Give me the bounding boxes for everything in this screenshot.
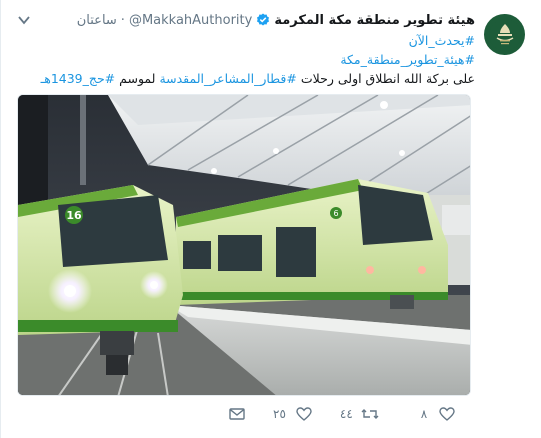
tweet-photo[interactable]: 6 16 [17, 94, 471, 396]
avatar[interactable] [484, 14, 525, 55]
like-count-wrap[interactable]: ٨ [415, 407, 433, 421]
hashtag-link[interactable]: #هيئة_تطوير_منطقة_مكة [340, 52, 475, 67]
tweet-actions: ٢٥ ٤٤ ٨ [229, 403, 455, 425]
hashtag-link[interactable]: #يحدث_الآن [409, 33, 475, 48]
train-photo-image: 6 16 [18, 95, 470, 395]
chevron-down-icon[interactable] [17, 12, 31, 26]
reply-icon [439, 407, 455, 421]
tweet-timestamp[interactable]: ساعتان [77, 13, 117, 28]
tweet-text-segment: على بركة الله انطلاق اولى رحلات [300, 71, 475, 86]
separator-dot: · [120, 12, 125, 28]
authority-logo-icon [488, 18, 521, 51]
envelope-icon [229, 407, 245, 421]
dm-button[interactable] [229, 407, 245, 421]
user-handle[interactable]: @MakkahAuthority [129, 13, 252, 28]
like-count: ٨ [420, 407, 428, 421]
reply-icon-button[interactable] [439, 407, 455, 421]
reply-count: ٢٥ [273, 407, 286, 421]
display-name[interactable]: هيئة تطوير منطقة مكة المكرمة [274, 13, 475, 28]
retweet-count-wrap[interactable]: ٤٤ [334, 407, 359, 421]
hashtag-link[interactable]: #حج_1439هـ [41, 71, 116, 86]
tweet-text-segment: لموسم [119, 71, 156, 86]
tweet-card[interactable]: ساعتان · @MakkahAuthority هيئة تطوير منط… [0, 0, 541, 438]
retweet-count: ٤٤ [339, 407, 353, 421]
like-button[interactable] [296, 407, 312, 421]
tweet-text: #يحدث_الآن #هيئة_تطوير_منطقة_مكة على برك… [41, 31, 475, 88]
reply-button[interactable]: ٢٥ [267, 407, 292, 421]
heart-icon [296, 407, 312, 421]
verified-badge-icon [256, 13, 270, 27]
retweet-button[interactable] [361, 407, 379, 421]
tweet-header: ساعتان · @MakkahAuthority هيئة تطوير منط… [77, 10, 475, 30]
train-right-number: 6 [333, 209, 338, 218]
train-left-number: 16 [66, 209, 82, 222]
retweet-icon [361, 407, 379, 421]
hashtag-link[interactable]: #قطار_المشاعر_المقدسة [159, 71, 296, 86]
